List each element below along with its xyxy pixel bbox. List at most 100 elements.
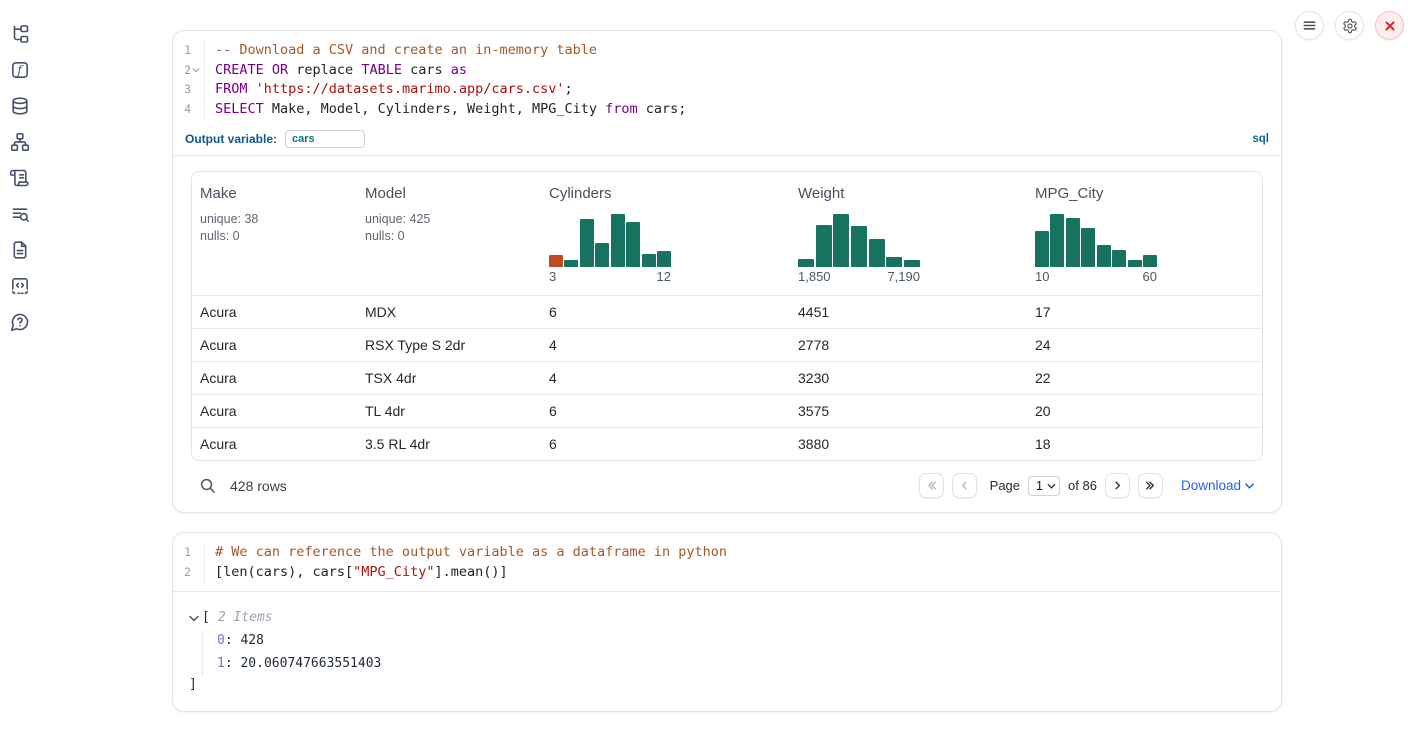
column-nulls-stat: nulls: 0 [365, 228, 533, 245]
table-cell: 20 [1027, 403, 1262, 419]
chevron-left-icon [958, 479, 971, 492]
axis-max-label: 12 [657, 267, 671, 287]
code-line: 3 FROM 'https://datasets.marimo.app/cars… [173, 80, 1281, 100]
svg-text:f: f [16, 63, 24, 77]
page-total-label: of 86 [1068, 478, 1097, 493]
data-table: Make unique: 38 nulls: 0 Model unique: 4… [191, 171, 1263, 461]
table-row[interactable]: Acura 3.5 RL 4dr 6 3880 18 [192, 427, 1262, 460]
python-cell: 1 # We can reference the output variable… [172, 532, 1282, 712]
code-text: SELECT Make, Model, Cylinders, Weight, M… [204, 100, 686, 120]
histogram-cylinders: 3 12 [549, 211, 671, 287]
table-row[interactable]: Acura RSX Type S 2dr 4 2778 24 [192, 328, 1262, 361]
close-icon [1383, 19, 1397, 33]
item-separator: : [225, 656, 241, 671]
table-cell: MDX [357, 304, 541, 320]
download-label: Download [1181, 478, 1241, 493]
sidebar-datasources-button[interactable] [8, 94, 32, 118]
gear-icon [1342, 18, 1358, 34]
code-line: 1 # We can reference the output variable… [173, 543, 1281, 563]
sidebar-dependency-graph-button[interactable] [8, 130, 32, 154]
column-header-cylinders[interactable]: Cylinders 3 12 [541, 172, 790, 295]
table-cell: 3575 [790, 403, 1027, 419]
table-row[interactable]: Acura MDX 6 4451 17 [192, 295, 1262, 328]
sql-code-editor[interactable]: 1 -- Download a CSV and create an in-mem… [173, 31, 1281, 127]
menu-icon [1302, 18, 1317, 33]
column-header-model[interactable]: Model unique: 425 nulls: 0 [357, 172, 541, 295]
notebook-menu-button[interactable] [1295, 11, 1324, 40]
chevrons-right-icon [1144, 479, 1157, 492]
sidebar-logs-button[interactable] [8, 202, 32, 226]
python-code-editor[interactable]: 1 # We can reference the output variable… [173, 533, 1281, 592]
snippets-code-icon [10, 276, 30, 296]
download-button[interactable]: Download [1181, 478, 1254, 493]
item-value: 428 [240, 633, 263, 648]
axis-max-label: 7,190 [887, 267, 920, 287]
top-right-controls [1295, 11, 1404, 40]
row-count: 428 rows [230, 478, 287, 494]
code-text: -- Download a CSV and create an in-memor… [204, 41, 597, 61]
help-question-icon [10, 312, 30, 332]
table-cell: Acura [192, 370, 357, 386]
code-line: 2 CREATE OR replace TABLE cars as [173, 61, 1281, 81]
first-page-button[interactable] [919, 473, 944, 498]
table-cell: 17 [1027, 304, 1262, 320]
sidebar-help-button[interactable] [8, 310, 32, 334]
table-header: Make unique: 38 nulls: 0 Model unique: 4… [192, 172, 1262, 295]
functions-icon: f [10, 60, 30, 80]
code-line: 1 -- Download a CSV and create an in-mem… [173, 41, 1281, 61]
table-row[interactable]: Acura TL 4dr 6 3575 20 [192, 394, 1262, 427]
column-header-mpg-city[interactable]: MPG_City 10 60 [1027, 172, 1262, 295]
table-cell: 6 [541, 436, 790, 452]
collapse-chevron-icon[interactable] [189, 615, 199, 622]
page-label: Page [990, 478, 1020, 493]
table-footer: 428 rows Page 1 of 86 [173, 461, 1281, 512]
search-icon [199, 477, 216, 494]
sidebar-file-tree-button[interactable] [8, 22, 32, 46]
column-header-weight[interactable]: Weight 1,850 7,190 [790, 172, 1027, 295]
dependency-graph-icon [10, 132, 30, 152]
sidebar-functions-button[interactable]: f [8, 58, 32, 82]
column-label: Weight [798, 184, 1019, 203]
open-bracket: [ [202, 608, 210, 628]
code-line: 2 [len(cars), cars["MPG_City"].mean()] [173, 563, 1281, 583]
table-cell: 3230 [790, 370, 1027, 386]
chevron-down-icon [1245, 483, 1254, 489]
code-line: 4 SELECT Make, Model, Cylinders, Weight,… [173, 100, 1281, 120]
settings-button[interactable] [1335, 11, 1364, 40]
line-number: 4 [184, 100, 191, 120]
sql-cell: 1 -- Download a CSV and create an in-mem… [172, 30, 1282, 513]
sidebar-documentation-button[interactable] [8, 238, 32, 262]
output-variable-input[interactable] [285, 130, 365, 148]
table-cell: Acura [192, 403, 357, 419]
axis-min-label: 3 [549, 267, 556, 287]
output-variable-row: Output variable: sql [173, 127, 1281, 156]
left-sidebar: f [8, 22, 32, 334]
column-unique-stat: unique: 425 [365, 211, 533, 228]
last-page-button[interactable] [1138, 473, 1163, 498]
table-row[interactable]: Acura TSX 4dr 4 3230 22 [192, 361, 1262, 394]
table-cell: 4 [541, 337, 790, 353]
table-cell: 4 [541, 370, 790, 386]
table-cell: Acura [192, 436, 357, 452]
sidebar-snippets-button[interactable] [8, 274, 32, 298]
fold-chevron-icon[interactable] [192, 67, 200, 73]
column-label: Make [200, 184, 349, 203]
table-search-button[interactable] [199, 477, 216, 494]
next-page-button[interactable] [1105, 473, 1130, 498]
axis-min-label: 10 [1035, 267, 1049, 287]
axis-min-label: 1,850 [798, 267, 831, 287]
database-icon [10, 96, 30, 116]
table-output: Make unique: 38 nulls: 0 Model unique: 4… [173, 156, 1281, 461]
line-number: 2 [184, 61, 191, 81]
column-header-make[interactable]: Make unique: 38 nulls: 0 [192, 172, 357, 295]
file-text-icon [10, 240, 30, 260]
shutdown-button[interactable] [1375, 11, 1404, 40]
page-select[interactable]: 1 [1028, 476, 1060, 496]
sidebar-scratchpad-button[interactable] [8, 166, 32, 190]
item-index: 0 [217, 633, 225, 648]
column-label: Cylinders [549, 184, 782, 203]
previous-page-button[interactable] [952, 473, 977, 498]
chevron-right-icon [1111, 479, 1124, 492]
table-cell: 4451 [790, 304, 1027, 320]
line-number: 1 [184, 41, 191, 61]
